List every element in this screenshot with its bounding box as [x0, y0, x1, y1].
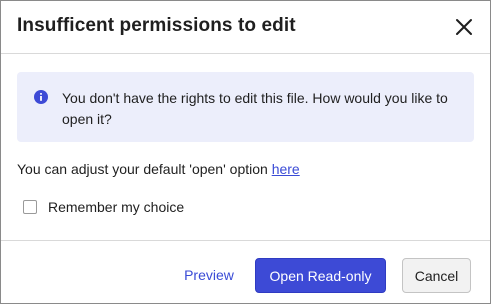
adjust-text: You can adjust your default 'open' optio… — [17, 161, 272, 177]
close-icon — [456, 19, 472, 35]
dialog-title: Insufficent permissions to edit — [17, 15, 296, 36]
info-banner: You don't have the rights to edit this f… — [17, 72, 474, 142]
close-button[interactable] — [453, 16, 475, 38]
adjust-default-text: You can adjust your default 'open' optio… — [17, 161, 300, 177]
info-message: You don't have the rights to edit this f… — [62, 90, 448, 127]
dialog-footer: Preview Open Read-only Cancel — [1, 240, 490, 303]
dialog-header: Insufficent permissions to edit — [1, 1, 490, 54]
open-read-only-button[interactable]: Open Read-only — [255, 258, 386, 293]
remember-choice-option[interactable]: Remember my choice — [23, 198, 184, 216]
dialog-body: You don't have the rights to edit this f… — [1, 55, 490, 241]
info-icon — [34, 90, 48, 104]
remember-checkbox[interactable] — [23, 200, 37, 214]
permissions-dialog: Insufficent permissions to edit You don'… — [0, 0, 491, 304]
remember-choice-label: Remember my choice — [48, 199, 185, 215]
preview-button[interactable]: Preview — [173, 258, 245, 292]
cancel-button[interactable]: Cancel — [402, 258, 471, 293]
adjust-here-link[interactable]: here — [272, 161, 300, 177]
